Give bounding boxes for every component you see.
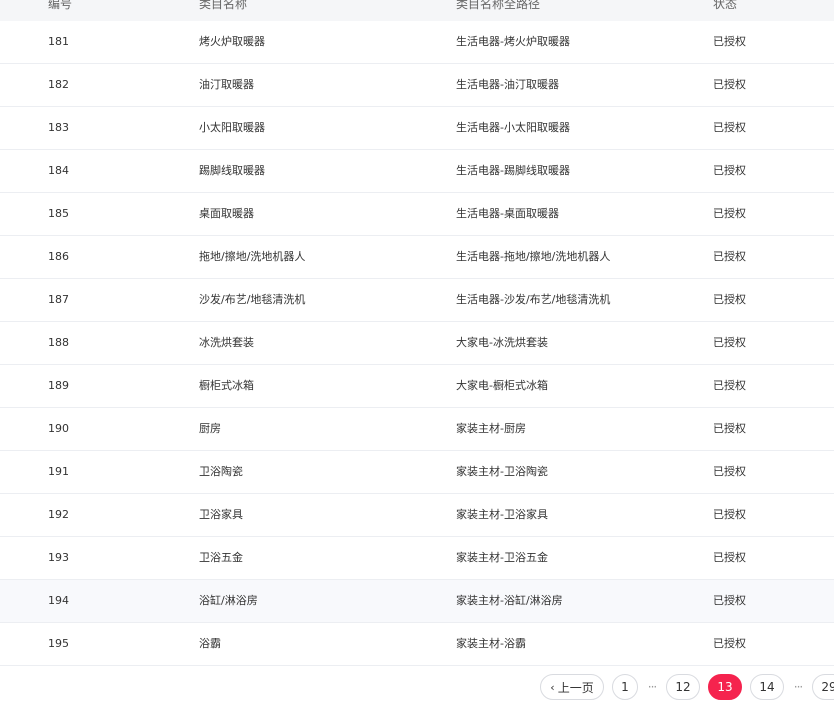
cell-category-path: 生活电器-油汀取暖器 [456,78,559,91]
cell-id: 184 [48,164,69,177]
cell-id: 189 [48,379,69,392]
cell-id: 182 [48,78,69,91]
cell-category-path: 家装主材-浴缸/淋浴房 [456,594,563,607]
header-status: 状态 [713,0,738,11]
table-header: 编号 类目名称 类目名称全路径 状态 [0,0,834,21]
table-row: 186 拖地/擦地/洗地机器人 生活电器-拖地/擦地/洗地机器人 已授权 [0,236,834,279]
cell-category-path: 生活电器-拖地/擦地/洗地机器人 [456,250,611,263]
table-row: 183 小太阳取暖器 生活电器-小太阳取暖器 已授权 [0,107,834,150]
cell-id: 185 [48,207,69,220]
table-row: 194 浴缸/淋浴房 家装主材-浴缸/淋浴房 已授权 [0,580,834,623]
cell-category-name: 卫浴陶瓷 [199,465,243,478]
prev-page-button[interactable]: ‹ 上一页 [540,674,604,700]
cell-category-name: 拖地/擦地/洗地机器人 [199,250,306,263]
page-button-current[interactable]: 13 [708,674,742,700]
cell-id: 193 [48,551,69,564]
cell-category-path: 家装主材-卫浴陶瓷 [456,465,548,478]
table-row: 181 烤火炉取暖器 生活电器-烤火炉取暖器 已授权 [0,21,834,64]
table-body: 181 烤火炉取暖器 生活电器-烤火炉取暖器 已授权 182 油汀取暖器 生活电器-油汀取暖… [0,21,834,666]
page-button-12[interactable]: 12 [666,674,700,700]
cell-status: 已授权 [713,121,746,134]
cell-status: 已授权 [713,250,746,263]
table-row: 195 浴霸 家装主材-浴霸 已授权 [0,623,834,666]
cell-category-name: 冰洗烘套装 [199,336,254,349]
cell-id: 194 [48,594,69,607]
page-button-14[interactable]: 14 [750,674,784,700]
cell-status: 已授权 [713,637,746,650]
table-row: 188 冰洗烘套装 大家电-冰洗烘套装 已授权 [0,322,834,365]
cell-id: 192 [48,508,69,521]
table-row: 185 桌面取暖器 生活电器-桌面取暖器 已授权 [0,193,834,236]
cell-id: 181 [48,35,69,48]
cell-category-path: 家装主材-卫浴五金 [456,551,548,564]
cell-status: 已授权 [713,422,746,435]
table-row: 191 卫浴陶瓷 家装主材-卫浴陶瓷 已授权 [0,451,834,494]
cell-category-path: 大家电-橱柜式冰箱 [456,379,548,392]
cell-category-name: 卫浴家具 [199,508,243,521]
cell-category-path: 生活电器-烤火炉取暖器 [456,35,570,48]
cell-status: 已授权 [713,207,746,220]
table-row: 187 沙发/布艺/地毯清洗机 生活电器-沙发/布艺/地毯清洗机 已授权 [0,279,834,322]
cell-status: 已授权 [713,465,746,478]
cell-status: 已授权 [713,35,746,48]
cell-category-path: 生活电器-踢脚线取暖器 [456,164,570,177]
cell-status: 已授权 [713,551,746,564]
cell-category-name: 浴缸/淋浴房 [199,594,258,607]
pagination: ‹ 上一页 1 ··· 12 13 14 ··· 29 [540,673,834,701]
table-row: 190 厨房 家装主材-厨房 已授权 [0,408,834,451]
page-button-first[interactable]: 1 [612,674,638,700]
category-table: 编号 类目名称 类目名称全路径 状态 181 烤火炉取暖器 生活电器-烤火炉取暖器已… [0,0,834,666]
cell-id: 190 [48,422,69,435]
cell-id: 191 [48,465,69,478]
cell-category-name: 沙发/布艺/地毯清洗机 [199,293,306,306]
table-row: 192 卫浴家具 家装主材-卫浴家具 已授权 [0,494,834,537]
cell-status: 已授权 [713,336,746,349]
cell-category-name: 踢脚线取暖器 [199,164,265,177]
pagination-ellipsis-right[interactable]: ··· [792,680,804,694]
cell-category-name: 小太阳取暖器 [199,121,265,134]
cell-category-path: 生活电器-小太阳取暖器 [456,121,570,134]
table-row: 182 油汀取暖器 生活电器-油汀取暖器 已授权 [0,64,834,107]
cell-category-name: 卫浴五金 [199,551,243,564]
cell-id: 188 [48,336,69,349]
cell-status: 已授权 [713,379,746,392]
cell-status: 已授权 [713,594,746,607]
cell-category-path: 生活电器-沙发/布艺/地毯清洗机 [456,293,611,306]
cell-category-path: 大家电-冰洗烘套装 [456,336,548,349]
cell-category-name: 橱柜式冰箱 [199,379,254,392]
cell-category-path: 生活电器-桌面取暖器 [456,207,559,220]
cell-id: 195 [48,637,69,650]
chevron-left-icon: ‹ [550,680,555,694]
table-row: 184 踢脚线取暖器 生活电器-踢脚线取暖器 已授权 [0,150,834,193]
cell-status: 已授权 [713,78,746,91]
cell-status: 已授权 [713,293,746,306]
cell-category-name: 油汀取暖器 [199,78,254,91]
header-category-name: 类目名称 [199,0,248,11]
cell-category-name: 浴霸 [199,637,221,650]
cell-category-path: 家装主材-浴霸 [456,637,526,650]
cell-category-path: 家装主材-卫浴家具 [456,508,548,521]
header-category-path: 类目名称全路径 [456,0,541,11]
table-row: 189 橱柜式冰箱 大家电-橱柜式冰箱 已授权 [0,365,834,408]
cell-id: 186 [48,250,69,263]
header-id: 编号 [48,0,73,11]
cell-id: 187 [48,293,69,306]
cell-category-name: 厨房 [199,422,221,435]
cell-category-name: 烤火炉取暖器 [199,35,265,48]
page-button-last[interactable]: 29 [812,674,834,700]
cell-status: 已授权 [713,164,746,177]
table-row: 193 卫浴五金 家装主材-卫浴五金 已授权 [0,537,834,580]
cell-status: 已授权 [713,508,746,521]
cell-category-path: 家装主材-厨房 [456,422,526,435]
prev-page-label: 上一页 [557,680,594,695]
cell-category-name: 桌面取暖器 [199,207,254,220]
pagination-ellipsis-left[interactable]: ··· [646,680,658,694]
cell-id: 183 [48,121,69,134]
